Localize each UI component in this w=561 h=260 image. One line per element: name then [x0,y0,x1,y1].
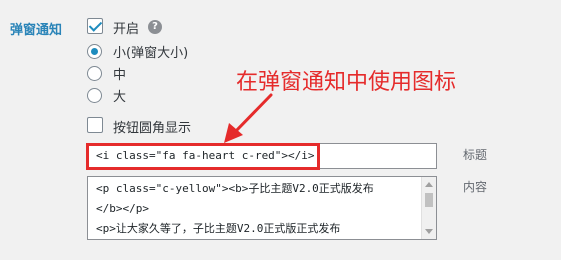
enable-label: 开启 [113,22,140,37]
enable-checkbox[interactable] [87,18,103,34]
title-input[interactable]: <i class="fa fa-heart c-red"></i> [87,143,437,169]
check-icon [88,18,103,32]
size-option-medium-label: 中 [113,68,127,83]
annotation-arrow-icon [224,93,273,143]
radio-selected-dot [91,48,98,55]
content-line: <p class="c-yellow"><b>子比主题V2.0正式版发布 [96,182,374,195]
round-buttons-checkbox[interactable] [87,117,103,133]
content-line: </b></p> [96,202,149,215]
title-field-label: 标题 [463,148,488,162]
scroll-down-icon[interactable] [425,229,433,234]
question-circle-icon[interactable]: ? [148,20,162,34]
scroll-thumb[interactable] [425,193,433,207]
size-option-small-label: 小(弹窗大小) [113,46,189,61]
size-radio-small[interactable] [87,44,102,59]
size-radio-large[interactable] [87,88,102,103]
size-radio-medium[interactable] [87,66,102,81]
round-buttons-label: 按钮圆角显示 [113,121,192,136]
section-label: 弹窗通知 [10,23,63,38]
size-option-large-label: 大 [113,90,127,105]
content-line: <p>让大家久等了，子比主题V2.0正式版正式发布 [96,222,341,235]
scroll-up-icon[interactable] [425,182,433,187]
content-field-label: 内容 [463,180,488,194]
content-textarea[interactable]: <p class="c-yellow"><b>子比主题V2.0正式版发布 </b… [87,176,437,240]
content-scrollbar[interactable] [421,177,436,239]
